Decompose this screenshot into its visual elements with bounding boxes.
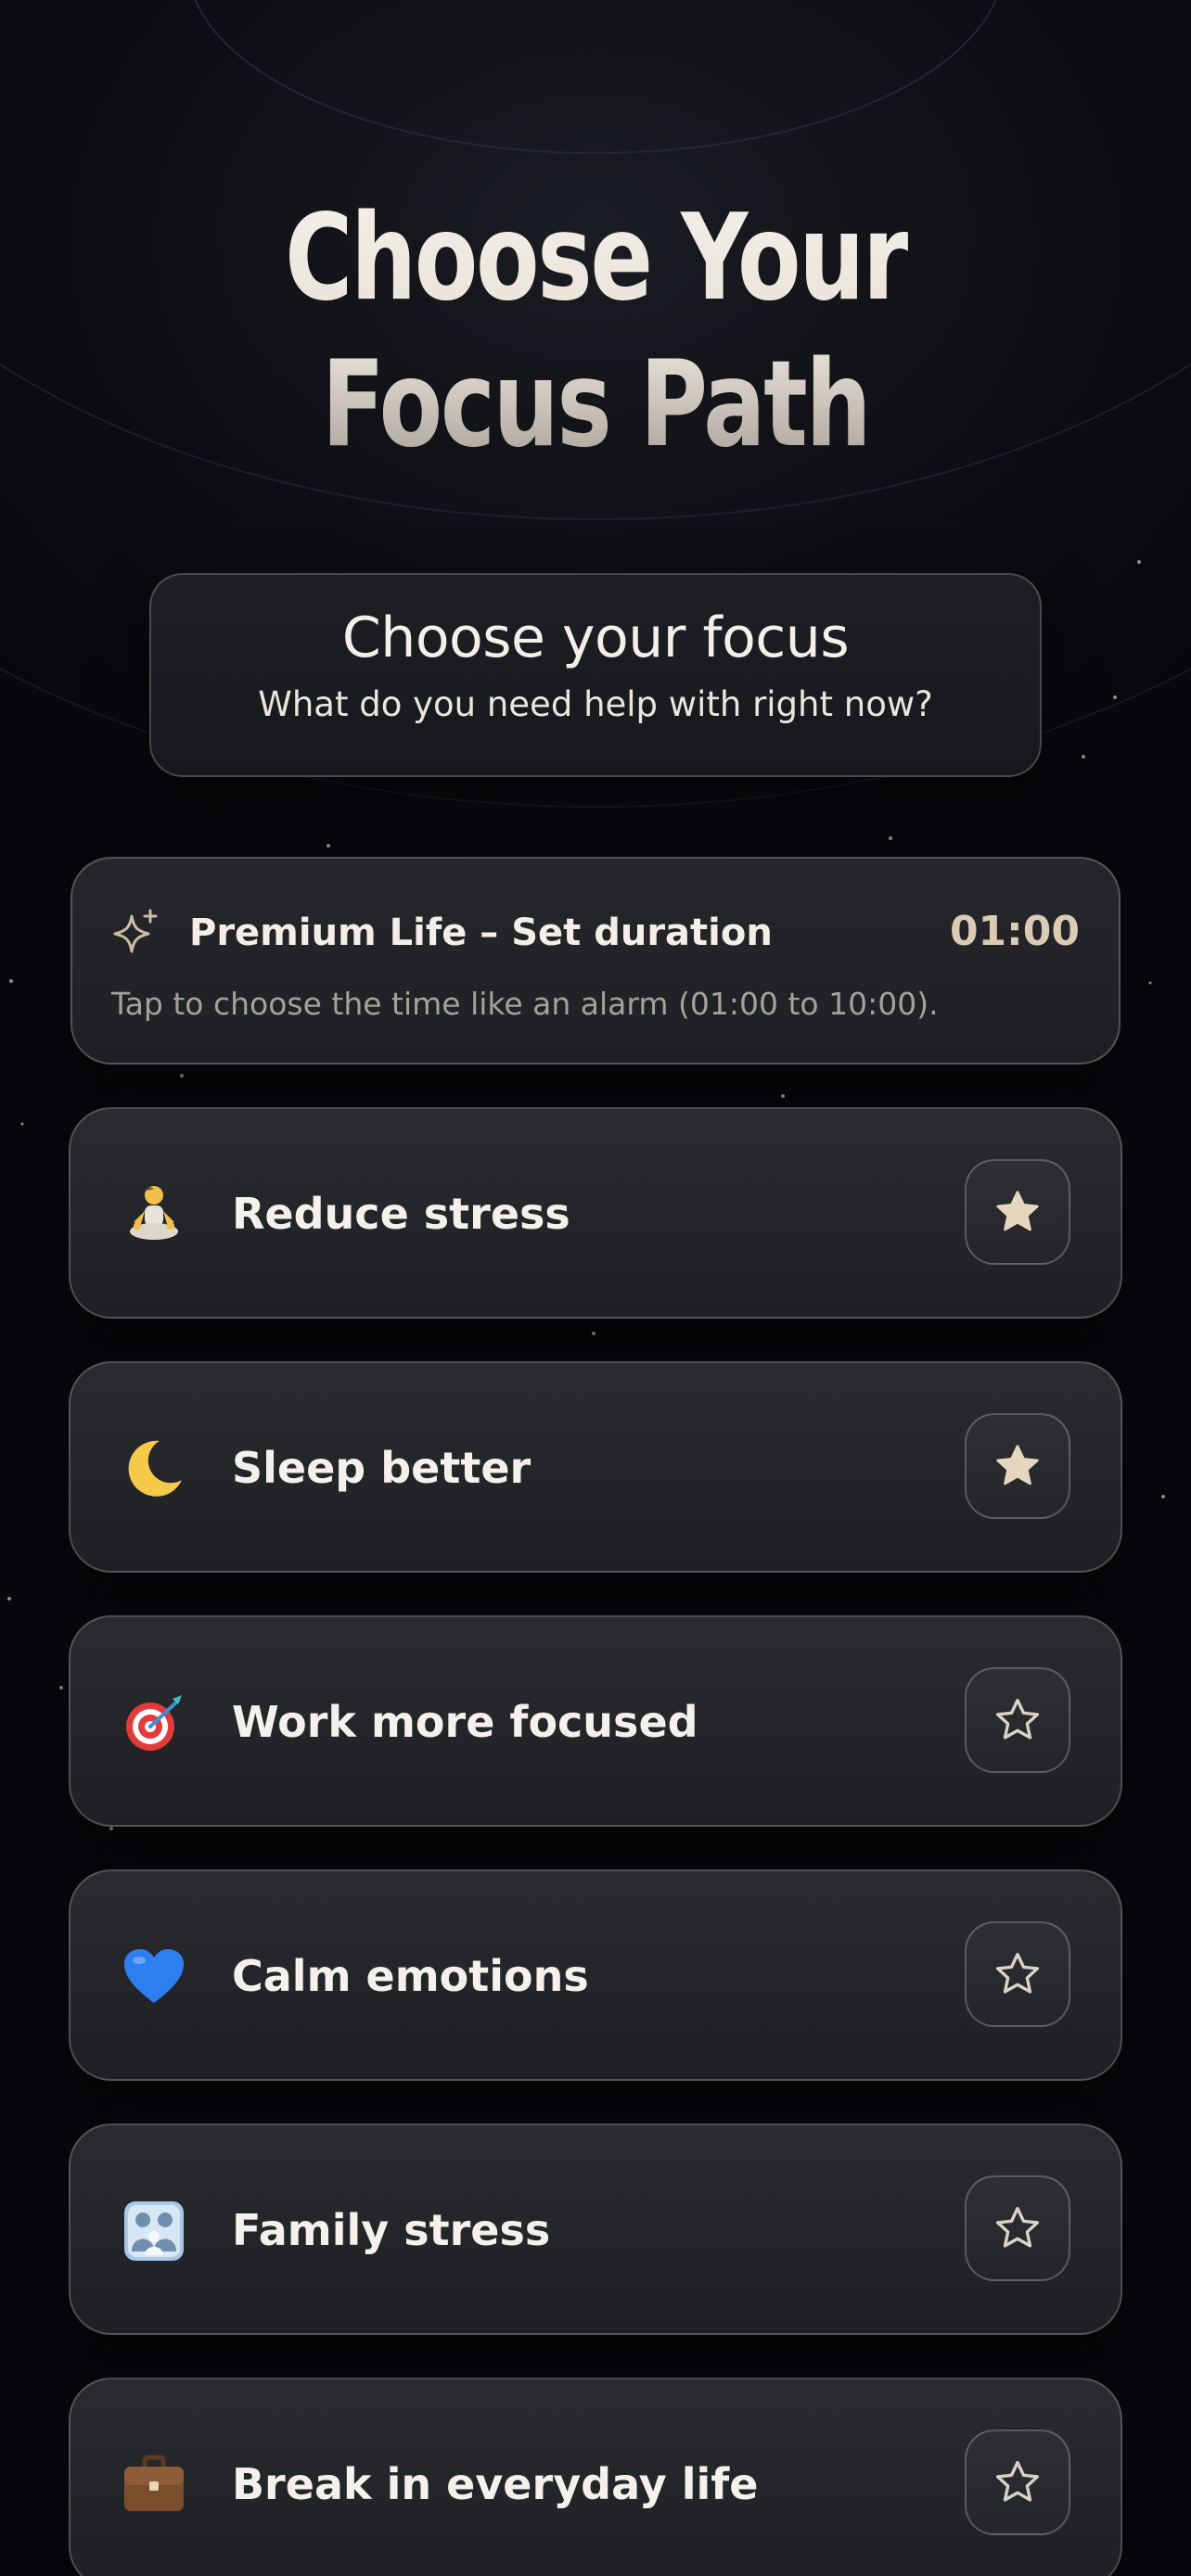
option-label: Calm emotions [232, 1951, 589, 2001]
target-icon [126, 1695, 182, 1751]
page-title: Choose Your Focus Path [131, 185, 1060, 478]
option-reduce-stress[interactable]: Reduce stress [69, 1107, 1122, 1319]
premium-duration-card[interactable]: Premium Life – Set duration 01:00 Tap to… [70, 857, 1121, 1065]
briefcase-icon [124, 2455, 184, 2511]
favorite-button[interactable] [965, 2175, 1070, 2281]
choose-focus-card: Choose your focus What do you need help … [149, 573, 1042, 777]
option-label: Break in everyday life [232, 2459, 759, 2509]
favorite-button[interactable] [965, 1413, 1070, 1519]
crescent-moon-icon [128, 1440, 182, 1497]
star-outline-icon [995, 2206, 1040, 2248]
favorite-button[interactable] [965, 1921, 1070, 2027]
star-filled-icon [996, 1445, 1039, 1486]
option-family-stress[interactable]: Family stress [69, 2123, 1122, 2335]
star-outline-icon [995, 1698, 1040, 1740]
premium-title: Premium Life – Set duration [189, 912, 773, 954]
family-icon [124, 2201, 184, 2261]
favorite-button[interactable] [965, 1667, 1070, 1773]
option-break-in-everyday-life[interactable]: Break in everyday life [69, 2378, 1122, 2576]
star-filled-icon [996, 1191, 1039, 1231]
star-outline-icon [995, 1952, 1040, 1994]
duration-time[interactable]: 01:00 [950, 905, 1080, 959]
option-calm-emotions[interactable]: Calm emotions [69, 1869, 1122, 2081]
option-label: Reduce stress [232, 1189, 570, 1239]
premium-description: Tap to choose the time like an alarm (01… [111, 986, 939, 1022]
favorite-button[interactable] [965, 2429, 1070, 2535]
page-title-line-2: Focus Path [321, 336, 870, 474]
blue-heart-icon [124, 1949, 184, 2003]
option-label: Family stress [232, 2205, 551, 2255]
choose-focus-heading: Choose your focus [341, 606, 850, 670]
option-label: Work more focused [232, 1697, 698, 1747]
option-label: Sleep better [232, 1443, 531, 1493]
star-outline-icon [995, 2460, 1040, 2502]
focus-options-list: Reduce stress Sleep better Work more foc… [69, 1107, 1122, 2576]
choose-focus-subheading: What do you need help with right now? [258, 684, 933, 724]
favorite-button[interactable] [965, 1159, 1070, 1265]
page-title-line-1: Choose Your [285, 189, 906, 327]
meditation-icon [130, 1186, 178, 1240]
sparkles-icon [113, 909, 158, 953]
option-work-more-focused[interactable]: Work more focused [69, 1615, 1122, 1827]
option-sleep-better[interactable]: Sleep better [69, 1361, 1122, 1573]
